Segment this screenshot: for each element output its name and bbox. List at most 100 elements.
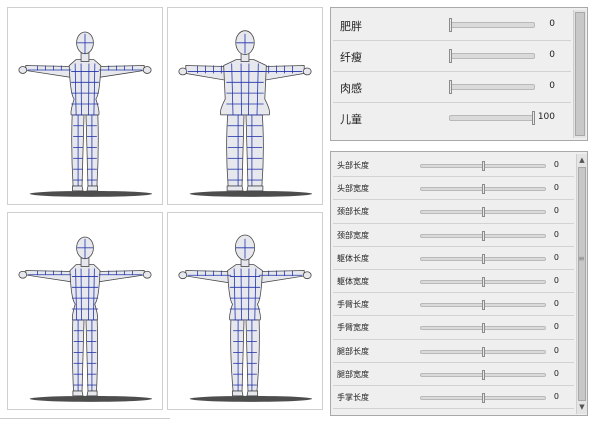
right-hand: [302, 67, 312, 76]
right-arm: [97, 270, 145, 283]
proportion-row-label: 腿部长度: [337, 346, 369, 356]
left-arm: [25, 65, 72, 78]
proportion-row: 头部长度 0: [331, 154, 576, 177]
morph-row-label: 肥胖: [340, 20, 362, 33]
proportion-row-label: 躯体宽度: [337, 277, 369, 286]
figure-fat: [178, 30, 313, 197]
proportion-row-value: 0: [553, 252, 559, 262]
proportion-row-slider-thumb[interactable]: [481, 184, 485, 195]
morph-row: 儿童 100: [331, 103, 573, 134]
scroll-down-arrow-icon[interactable]: ▼: [577, 402, 587, 412]
proportion-row-label: 躯体长度: [337, 253, 369, 263]
proportion-row: 躯体宽度 0: [331, 270, 576, 293]
right-foot: [246, 390, 258, 397]
proportion-scrollbar[interactable]: ▲ ≡ ▼: [576, 154, 587, 414]
proportion-row: 手掌长度 0: [331, 386, 576, 409]
proportion-row: 躯体长度 0: [331, 247, 576, 270]
morph-row-label: 肉感: [340, 82, 362, 95]
row-divider: [333, 408, 574, 410]
morph-row-slider[interactable]: [449, 115, 535, 121]
proportion-row-slider-thumb[interactable]: [481, 393, 485, 403]
morph-row-slider[interactable]: [449, 22, 535, 28]
morph-row-slider-thumb[interactable]: [449, 18, 452, 32]
morph-scrollbar[interactable]: [573, 10, 586, 138]
morph-row-value: 0: [549, 19, 555, 29]
figure-thin: [18, 236, 153, 402]
morph-row-slider-thumb[interactable]: [449, 49, 452, 63]
proportion-row-slider-thumb[interactable]: [481, 161, 485, 171]
right-foot: [86, 185, 98, 192]
proportion-row-value: 0: [553, 183, 559, 193]
morph-row-slider-thumb[interactable]: [449, 80, 452, 94]
morph-row-value: 100: [537, 112, 555, 122]
ground-shadow: [189, 190, 313, 197]
morph-row-slider[interactable]: [449, 53, 535, 59]
figure-default: [18, 31, 153, 197]
right-foot: [86, 390, 98, 397]
left-arm: [185, 270, 231, 284]
proportion-row-value: 0: [553, 276, 559, 285]
proportion-row-label: 腿部宽度: [337, 369, 369, 379]
morph-row: 纤瘦 0: [331, 41, 573, 72]
proportion-row-slider-thumb[interactable]: [481, 277, 485, 287]
morph-row: 肥胖 0: [331, 10, 573, 41]
right-hand: [302, 271, 312, 280]
ground-shadow: [29, 190, 153, 197]
proportion-row-slider-thumb[interactable]: [481, 230, 485, 241]
proportion-row-slider-thumb[interactable]: [481, 300, 485, 311]
morph-row-slider-thumb[interactable]: [532, 111, 535, 125]
torso: [68, 59, 102, 116]
left-foot: [226, 185, 244, 192]
figure-panel-fat: [167, 7, 323, 205]
left-hand: [178, 67, 188, 76]
proportion-row-slider-thumb[interactable]: [481, 346, 485, 357]
proportion-row: 手臂宽度 0: [331, 316, 576, 339]
proportion-row: 头部宽度 0: [331, 177, 576, 200]
proportion-row-slider-thumb[interactable]: [481, 369, 485, 380]
torso: [69, 264, 101, 321]
proportion-row: 腿部长度 0: [331, 340, 576, 363]
right-foot: [246, 185, 264, 192]
figure-panel-thin: [7, 212, 163, 410]
proportion-row-label: 头部宽度: [337, 184, 369, 194]
scroll-up-arrow-icon[interactable]: ▲: [577, 155, 587, 165]
proportion-row-slider-thumb[interactable]: [481, 323, 485, 334]
figure-panel-default: [7, 7, 163, 205]
torso: [227, 264, 263, 321]
proportion-row-label: 手掌长度: [337, 393, 369, 402]
morph-scrollbar-thumb[interactable]: [575, 12, 585, 136]
right-arm: [98, 65, 145, 78]
proportion-row: 颈部长度 0: [331, 200, 576, 223]
proportion-row-label: 手臂宽度: [337, 323, 369, 333]
scroll-grip-icon: ≡: [578, 254, 585, 263]
proportion-row-label: 颈部宽度: [337, 230, 369, 240]
morph-panel: 肥胖 0 纤瘦 0 肉感 0 儿童 100: [330, 7, 588, 141]
proportion-row-value: 0: [553, 229, 559, 239]
morph-row-value: 0: [549, 81, 555, 91]
proportion-row-slider-thumb[interactable]: [481, 207, 485, 218]
proportion-row-value: 0: [553, 322, 559, 332]
proportion-scrollbar-thumb[interactable]: [578, 167, 586, 401]
proportion-row-value: 0: [553, 160, 559, 169]
left-foot: [232, 390, 244, 397]
morph-row-label: 纤瘦: [340, 51, 362, 64]
morph-row-label: 儿童: [340, 113, 362, 126]
right-arm: [259, 270, 305, 284]
proportion-row-label: 手臂长度: [337, 300, 369, 310]
proportion-row-value: 0: [553, 299, 559, 309]
left-hand: [178, 271, 188, 280]
left-arm: [185, 65, 227, 81]
left-foot: [72, 390, 84, 397]
figure-panel-edge: [0, 418, 170, 419]
proportion-row-value: 0: [553, 368, 559, 378]
proportion-row-value: 0: [553, 345, 559, 355]
proportion-row-label: 颈部长度: [337, 207, 369, 217]
ground-shadow: [189, 395, 313, 402]
left-arm: [25, 270, 73, 283]
morph-row-slider[interactable]: [449, 84, 535, 90]
proportion-panel: 头部长度 0 头部宽度 0 颈部长度 0 颈部宽度 0 躯体长度 0 躯体宽度 0 手臂长度 0 手臂宽度 0…: [330, 151, 588, 416]
morph-row-value: 0: [549, 50, 555, 60]
proportion-row-slider-thumb[interactable]: [481, 253, 485, 264]
figure-child: [178, 234, 313, 402]
right-hand: [142, 66, 152, 74]
